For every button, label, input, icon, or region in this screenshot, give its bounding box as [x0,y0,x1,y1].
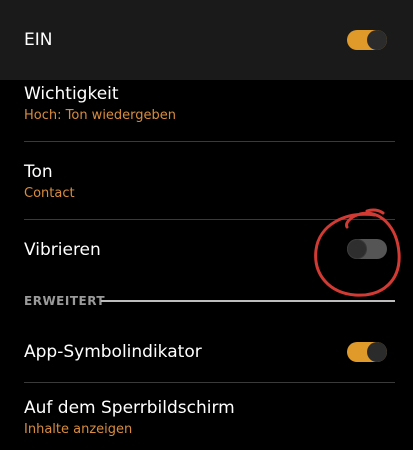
app-badge-toggle[interactable] [347,342,387,362]
importance-title: Wichtigkeit [24,84,119,104]
master-switch-label: EIN [24,30,53,50]
app-badge-title: App-Symbolindikator [24,342,202,362]
master-toggle-thumb [367,30,387,50]
importance-setting[interactable]: Wichtigkeit Hoch: Ton wiedergeben [0,80,413,141]
app-badge-toggle-thumb [367,342,387,362]
lock-screen-setting[interactable]: Auf dem Sperrbildschirm Inhalte anzeigen [0,383,413,450]
master-switch-bar[interactable]: EIN [0,0,413,80]
lock-screen-subtitle: Inhalte anzeigen [24,422,133,437]
section-header-advanced: ERWEITERT [24,294,106,308]
vibrate-title: Vibrieren [24,240,101,260]
sound-subtitle: Contact [24,186,75,201]
app-badge-setting[interactable]: App-Symbolindikator [0,322,413,382]
importance-subtitle: Hoch: Ton wiedergeben [24,108,177,123]
annotation-circle [314,208,401,297]
section-header-line [101,300,395,302]
sound-title: Ton [24,162,53,182]
lock-screen-title: Auf dem Sperrbildschirm [24,398,235,418]
master-toggle[interactable] [347,30,387,50]
